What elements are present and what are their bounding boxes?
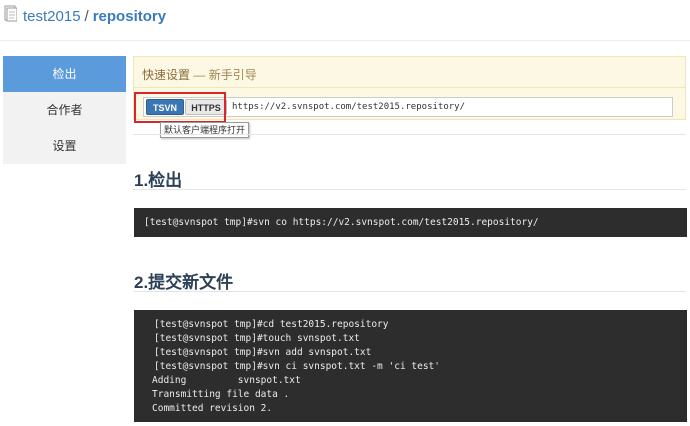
section-rule-commit	[133, 291, 686, 292]
page-header: test2015/repository	[0, 0, 690, 41]
quick-setup-title: 快速设置 — 新手引导	[142, 66, 257, 83]
quick-setup-heading: 快速设置	[142, 68, 191, 82]
code-line: Committed revision 2.	[152, 403, 273, 414]
https-button[interactable]: HTTPS	[185, 99, 227, 115]
code-line: [test@svnspot tmp]#svn add svnspot.txt	[154, 347, 372, 358]
code-line: [test@svnspot tmp]#svn co https://v2.svn…	[144, 217, 539, 228]
code-line: [test@svnspot tmp]#cd test2015.repositor…	[154, 319, 389, 330]
section-title-checkout: 1.检出	[134, 171, 183, 190]
section-rule-checkout	[133, 189, 686, 190]
title-separator: /	[84, 8, 89, 25]
quick-setup-panel: 快速设置 — 新手引导 TSVN HTTPS	[133, 56, 686, 120]
code-line: Transmitting file data .	[152, 389, 290, 400]
code-line: [test@svnspot tmp]#touch svnspot.txt	[154, 333, 360, 344]
sidebar: 检出 合作者 设置	[3, 56, 126, 164]
quick-setup-divider	[134, 87, 685, 88]
page-title: test2015/repository	[23, 7, 166, 27]
sidebar-item-collaborators[interactable]: 合作者	[3, 92, 126, 128]
sidebar-item-settings[interactable]: 设置	[3, 128, 126, 164]
checkout-url-row: TSVN HTTPS	[143, 97, 673, 117]
tsvn-tooltip: 默认客户端程序打开	[160, 122, 250, 138]
code-line: Adding svnspot.txt	[152, 375, 301, 386]
sidebar-item-checkout[interactable]: 检出	[3, 56, 126, 92]
tsvn-button[interactable]: TSVN	[146, 99, 184, 115]
code-line: [test@svnspot tmp]#svn ci svnspot.txt -m…	[154, 361, 440, 372]
section-title-commit: 2.提交新文件	[134, 273, 234, 292]
repo-book-icon	[4, 5, 17, 22]
header-divider	[0, 40, 690, 41]
owner-link[interactable]: test2015	[23, 8, 81, 25]
section-divider	[133, 134, 686, 135]
code-block-checkout: [test@svnspot tmp]#svn co https://v2.svn…	[134, 208, 687, 237]
quick-setup-subtitle: — 新手引导	[193, 68, 257, 82]
code-block-commit: [test@svnspot tmp]#cd test2015.repositor…	[134, 310, 687, 422]
checkout-url-input[interactable]	[232, 98, 668, 116]
repo-link[interactable]: repository	[93, 8, 166, 25]
